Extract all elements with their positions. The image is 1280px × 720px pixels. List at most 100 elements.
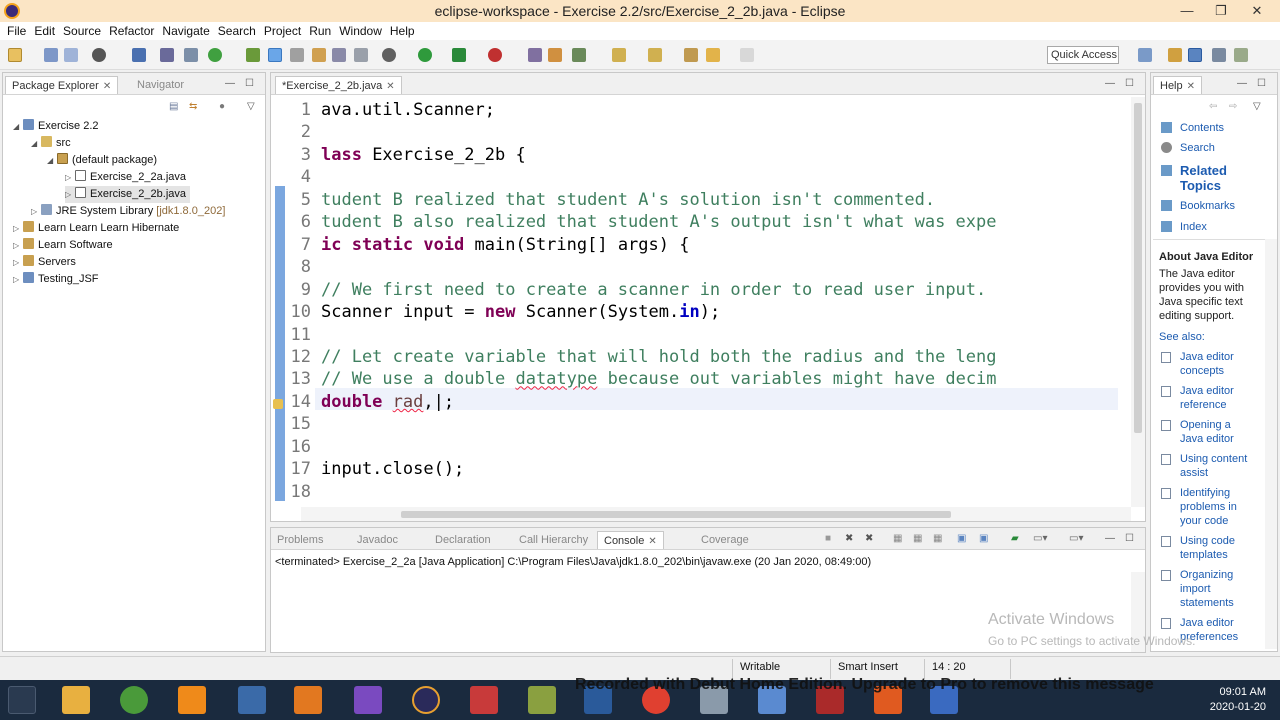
help-see-also-link[interactable]: Using code templates xyxy=(1180,534,1235,562)
code-line[interactable]: tudent B also realized that student A's … xyxy=(321,211,997,234)
code-line[interactable]: tudent B realized that student A's solut… xyxy=(321,189,935,212)
debug-tool-icon[interactable] xyxy=(160,48,174,62)
code-line[interactable]: input.close(); xyxy=(321,458,464,481)
close-icon[interactable]: ✕ xyxy=(103,81,111,92)
last-edit-icon[interactable] xyxy=(684,48,698,62)
call-hierarchy-tab[interactable]: Call Hierarchy xyxy=(519,531,588,549)
display-console-icon[interactable]: ▭▾ xyxy=(1033,533,1047,544)
editor-tab[interactable]: *Exercise_2_2b.java ✕ xyxy=(275,76,402,94)
help-contents-link[interactable]: Contents xyxy=(1180,121,1224,135)
view-menu-icon[interactable]: ▽ xyxy=(247,101,255,112)
minimize-view-icon[interactable]: — xyxy=(1237,78,1247,89)
vertical-scrollbar[interactable] xyxy=(1265,239,1277,649)
next-annotation-icon[interactable] xyxy=(612,48,626,62)
help-related-topics-link[interactable]: Related Topics xyxy=(1180,163,1260,193)
help-see-also-link[interactable]: Opening a Java editor xyxy=(1180,418,1234,446)
maximize-view-icon[interactable]: ☐ xyxy=(1125,533,1134,544)
help-see-also-link[interactable]: Java editor concepts xyxy=(1180,350,1234,378)
spring-icon[interactable] xyxy=(120,686,148,714)
debug-perspective-icon[interactable] xyxy=(1212,48,1226,62)
code-line[interactable]: // We use a double datatype because out … xyxy=(321,368,997,391)
java-perspective-icon[interactable] xyxy=(1188,48,1202,62)
remove-launch-icon[interactable]: ✖ xyxy=(845,533,853,544)
tree-item[interactable]: ▷ JRE System Library [jdk1.8.0_202] xyxy=(31,203,225,220)
chart-app-icon[interactable] xyxy=(528,686,556,714)
scrollbar-thumb[interactable] xyxy=(401,511,951,518)
show-whitespace-icon[interactable] xyxy=(332,48,346,62)
maximize-view-icon[interactable]: ☐ xyxy=(245,78,254,89)
help-index-link[interactable]: Index xyxy=(1180,220,1207,234)
menu-navigate[interactable]: Navigate xyxy=(161,24,216,38)
system-clock[interactable]: 09:01 AM 2020-01-20 xyxy=(1210,685,1266,715)
menu-project[interactable]: Project xyxy=(263,24,308,38)
scroll-lock-icon[interactable]: ▦ xyxy=(913,533,922,544)
debug-icon[interactable] xyxy=(382,48,396,62)
paragraph-icon[interactable] xyxy=(354,48,368,62)
python-icon[interactable] xyxy=(238,686,266,714)
tree-item[interactable]: ▷ Learn Software xyxy=(13,237,113,254)
save-icon[interactable] xyxy=(44,48,58,62)
visual-studio-icon[interactable] xyxy=(354,686,382,714)
help-tab[interactable]: Help ✕ xyxy=(1153,76,1203,94)
forward-icon[interactable] xyxy=(740,48,754,62)
start-icon[interactable] xyxy=(8,686,36,714)
java-ee-perspective-icon[interactable] xyxy=(1168,48,1182,62)
prev-annotation-icon[interactable] xyxy=(648,48,662,62)
close-window-button[interactable]: ✕ xyxy=(1240,0,1274,22)
remove-all-icon[interactable]: ✖ xyxy=(865,533,873,544)
new-server-icon[interactable] xyxy=(528,48,542,62)
block-select-icon[interactable] xyxy=(290,48,304,62)
pin-console-icon[interactable]: ▰ xyxy=(1011,533,1019,544)
toggle-mark-icon[interactable] xyxy=(268,48,282,62)
code-line[interactable]: ic static void main(String[] args) { xyxy=(321,234,689,257)
tree-item[interactable]: ▷ Exercise_2_2a.java xyxy=(65,169,186,186)
menu-edit[interactable]: Edit xyxy=(33,24,62,38)
coverage-icon[interactable] xyxy=(452,48,466,62)
help-see-also-link[interactable]: Organizing import statements xyxy=(1180,568,1234,610)
code-line[interactable]: double rad,|; xyxy=(321,391,454,414)
refresh-icon[interactable] xyxy=(208,48,222,62)
minimize-view-icon[interactable]: — xyxy=(225,78,235,89)
clear-console-icon[interactable]: ▦ xyxy=(893,533,902,544)
open-type-icon[interactable] xyxy=(548,48,562,62)
help-see-also-link[interactable]: Using content assist xyxy=(1180,452,1247,480)
declaration-tab[interactable]: Declaration xyxy=(435,531,491,549)
tree-item[interactable]: ◢ Exercise 2.2 xyxy=(13,118,99,135)
new-icon[interactable] xyxy=(8,48,22,62)
console-tab[interactable]: Console ✕ xyxy=(597,531,664,549)
menu-refactor[interactable]: Refactor xyxy=(108,24,161,38)
close-icon[interactable]: ✕ xyxy=(1187,81,1195,92)
console-icon[interactable] xyxy=(132,48,146,62)
tree-item-selected[interactable]: ▷ Exercise_2_2b.java xyxy=(65,186,191,203)
minimize-view-icon[interactable]: — xyxy=(1105,78,1115,89)
menu-window[interactable]: Window xyxy=(338,24,389,38)
menu-search[interactable]: Search xyxy=(217,24,263,38)
code-line[interactable]: // We first need to create a scanner in … xyxy=(321,279,986,302)
eclipse-taskbar-icon[interactable] xyxy=(412,686,440,714)
help-search-link[interactable]: Search xyxy=(1180,141,1215,155)
close-icon[interactable]: ✕ xyxy=(386,81,394,92)
code-area[interactable]: 1 ava.util.Scanner; 2 3 lass Exercise_2_2b {… xyxy=(287,97,1117,507)
git-perspective-icon[interactable] xyxy=(1234,48,1248,62)
tree-item[interactable]: ◢ (default package) xyxy=(47,152,157,169)
terminate-icon[interactable]: ■ xyxy=(825,533,831,544)
quick-access-field[interactable]: Quick Access xyxy=(1047,46,1119,64)
help-see-also-link[interactable]: Java editor reference xyxy=(1180,384,1234,412)
external-tools-icon[interactable] xyxy=(488,48,502,62)
word-wrap-icon[interactable]: ▦ xyxy=(933,533,942,544)
menu-file[interactable]: File xyxy=(6,24,33,38)
hierarchy-icon[interactable] xyxy=(246,48,260,62)
view-menu-icon[interactable]: ▽ xyxy=(1253,101,1261,112)
open-perspective-icon[interactable] xyxy=(1138,48,1152,62)
skip-breakpoints-icon[interactable] xyxy=(92,48,106,62)
javadoc-tab[interactable]: Javadoc xyxy=(357,531,398,549)
maximize-button[interactable]: ❐ xyxy=(1204,0,1238,22)
code-line[interactable]: Scanner input = new Scanner(System.in); xyxy=(321,301,720,324)
vlc-icon[interactable] xyxy=(178,686,206,714)
menu-help[interactable]: Help xyxy=(389,24,422,38)
close-icon[interactable]: ✕ xyxy=(648,536,656,547)
collapse-all-icon[interactable]: ▤ xyxy=(169,101,178,112)
menu-source[interactable]: Source xyxy=(62,24,108,38)
minimize-view-icon[interactable]: — xyxy=(1105,533,1115,544)
code-line[interactable]: // Let create variable that will hold bo… xyxy=(321,346,997,369)
